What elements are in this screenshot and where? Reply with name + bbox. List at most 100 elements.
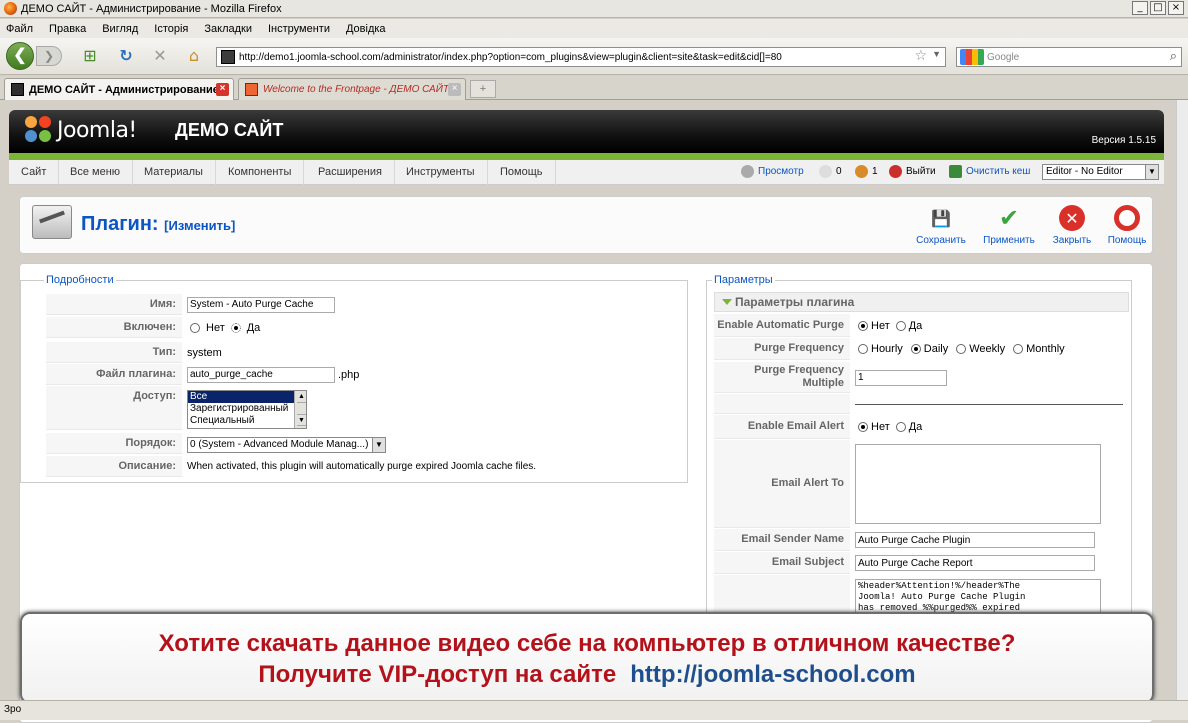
- frequency-monthly-radio[interactable]: [1013, 344, 1024, 354]
- promo-link[interactable]: http://joomla-school.com: [630, 661, 915, 688]
- menu-extensions[interactable]: Расширения: [306, 160, 395, 185]
- apply-button[interactable]: ✔ Применить: [979, 204, 1039, 246]
- email-alert-no-radio[interactable]: [858, 422, 868, 432]
- order-select[interactable]: 0 (System - Advanced Module Manag...) ▼: [187, 437, 386, 453]
- menu-edit[interactable]: Правка: [49, 23, 86, 35]
- enable-purge-no-radio[interactable]: [858, 320, 868, 331]
- listbox-scrollbar[interactable]: ▲ ▼: [294, 391, 306, 428]
- enabled-no-label: Нет: [206, 321, 225, 334]
- save-button[interactable]: 💾 Сохранить: [911, 205, 971, 247]
- new-tab-icon[interactable]: ⊞: [80, 46, 100, 66]
- search-bar[interactable]: Google ⌕: [956, 47, 1182, 67]
- menu-site[interactable]: Сайт: [9, 160, 60, 185]
- url-text: http://demo1.joomla-school.com/administr…: [239, 51, 782, 63]
- users-count[interactable]: 1: [855, 165, 878, 178]
- close-button[interactable]: ✕ Закрыть: [1042, 205, 1102, 246]
- maximize-button[interactable]: □: [1150, 1, 1166, 15]
- menu-view[interactable]: Вигляд: [102, 23, 138, 35]
- name-input[interactable]: [187, 296, 335, 313]
- enabled-no-radio[interactable]: [190, 322, 200, 333]
- menu-help[interactable]: Помощь: [488, 160, 556, 185]
- messages-label: 0: [836, 166, 842, 177]
- type-value: system: [187, 346, 222, 359]
- close-tab-icon[interactable]: ×: [448, 83, 461, 96]
- access-option[interactable]: Зарегистрированный: [188, 403, 306, 415]
- sender-input[interactable]: [855, 532, 1095, 548]
- promo-line-2: Получите VIP-доступ на сайте http://jooml…: [22, 661, 1152, 689]
- menu-bookmarks[interactable]: Закладки: [204, 23, 252, 35]
- menu-all-menus[interactable]: Все меню: [58, 160, 134, 185]
- file-input[interactable]: [187, 366, 335, 383]
- email-to-label: Email Alert To: [714, 440, 850, 528]
- firefox-icon: [4, 2, 17, 15]
- back-button[interactable]: ❮: [6, 42, 34, 70]
- help-button[interactable]: Помощь: [1097, 205, 1157, 246]
- reload-icon[interactable]: ↻: [116, 46, 136, 66]
- chevron-down-icon: ▼: [372, 438, 385, 452]
- page-scrollbar[interactable]: [1176, 100, 1188, 700]
- menu-tools[interactable]: Инструменты: [394, 160, 488, 185]
- menu-tools[interactable]: Інструменти: [268, 23, 330, 35]
- frequency-label: Purge Frequency: [714, 338, 850, 360]
- enable-purge-yes-label: Да: [908, 319, 923, 332]
- users-icon: [855, 165, 868, 178]
- editor-select[interactable]: Editor - No Editor ▼: [1042, 164, 1159, 180]
- promo-banner: Хотите скачать данное видео себе на комп…: [20, 612, 1154, 704]
- clear-cache-link[interactable]: Очистить кеш: [949, 165, 1030, 178]
- url-bar[interactable]: http://demo1.joomla-school.com/administr…: [216, 47, 946, 67]
- frequency-daily-radio[interactable]: [910, 344, 921, 354]
- type-row: Тип: system: [46, 342, 686, 363]
- close-tab-icon[interactable]: ×: [216, 83, 229, 96]
- menu-components[interactable]: Компоненты: [216, 160, 305, 185]
- access-option[interactable]: Специальный: [188, 415, 306, 427]
- tab-frontpage[interactable]: Welcome to the Frontpage - ДЕМО САЙТ ×: [238, 78, 466, 100]
- home-icon[interactable]: ⌂: [184, 46, 204, 66]
- scroll-down-icon[interactable]: ▼: [297, 414, 306, 426]
- plugin-params-header[interactable]: Параметры плагина: [714, 292, 1129, 312]
- tab-label: ДЕМО САЙТ - Администрирование: [29, 83, 219, 96]
- google-icon[interactable]: [960, 49, 984, 65]
- clear-cache-icon: [949, 165, 962, 178]
- order-select-value: 0 (System - Advanced Module Manag...): [190, 439, 369, 450]
- bookmark-star-icon[interactable]: ☆: [914, 48, 927, 64]
- frequency-hourly-label: Hourly: [871, 343, 903, 355]
- scroll-up-icon[interactable]: ▲: [297, 391, 306, 403]
- tab-favicon: [11, 83, 24, 96]
- access-option[interactable]: Все: [188, 391, 306, 403]
- forward-button[interactable]: ❯: [36, 46, 62, 66]
- enable-purge-yes-radio[interactable]: [895, 320, 906, 331]
- menu-articles[interactable]: Материалы: [132, 160, 216, 185]
- new-tab-button[interactable]: +: [470, 80, 496, 98]
- url-dropdown-icon[interactable]: ▼: [932, 49, 941, 59]
- email-to-textarea[interactable]: [855, 444, 1101, 524]
- search-icon[interactable]: ⌕: [1170, 49, 1177, 64]
- email-alert-yes-radio[interactable]: [895, 422, 906, 432]
- preview-link[interactable]: Просмотр: [741, 165, 804, 178]
- close-window-button[interactable]: ×: [1168, 1, 1184, 15]
- logout-link[interactable]: Выйти: [889, 165, 936, 178]
- frequency-hourly-radio[interactable]: [858, 344, 868, 354]
- tab-admin[interactable]: ДЕМО САЙТ - Администрирование ×: [4, 78, 234, 100]
- subject-input[interactable]: [855, 555, 1095, 571]
- email-body-textarea[interactable]: %header%Attention!%/header%The Joomla! A…: [855, 579, 1101, 615]
- menu-history[interactable]: Історія: [154, 23, 188, 35]
- frequency-weekly-radio[interactable]: [956, 344, 967, 354]
- page-title-text: Плагин:: [81, 213, 159, 235]
- menu-help[interactable]: Довідка: [346, 23, 386, 35]
- tab-favicon: [245, 83, 258, 96]
- name-row: Имя:: [46, 294, 686, 315]
- preview-icon: [741, 165, 754, 178]
- messages-count[interactable]: 0: [819, 165, 842, 178]
- save-label: Сохранить: [916, 235, 966, 246]
- apply-icon: ✔: [998, 204, 1020, 232]
- tab-label: Welcome to the Frontpage - ДЕМО САЙТ: [263, 84, 449, 95]
- multiple-input[interactable]: [855, 369, 947, 386]
- enabled-yes-radio[interactable]: [230, 322, 241, 333]
- stop-icon[interactable]: ✕: [150, 46, 170, 66]
- minimize-button[interactable]: _: [1132, 1, 1148, 15]
- page-toolbar: Плагин: [Изменить] 💾 Сохранить ✔ Примени…: [19, 196, 1153, 254]
- order-label: Порядок:: [46, 433, 182, 454]
- menu-file[interactable]: Файл: [6, 23, 33, 35]
- access-listbox[interactable]: Все Зарегистрированный Специальный ▲ ▼: [187, 390, 307, 429]
- tab-strip: ДЕМО САЙТ - Администрирование × Welcome …: [0, 76, 1188, 100]
